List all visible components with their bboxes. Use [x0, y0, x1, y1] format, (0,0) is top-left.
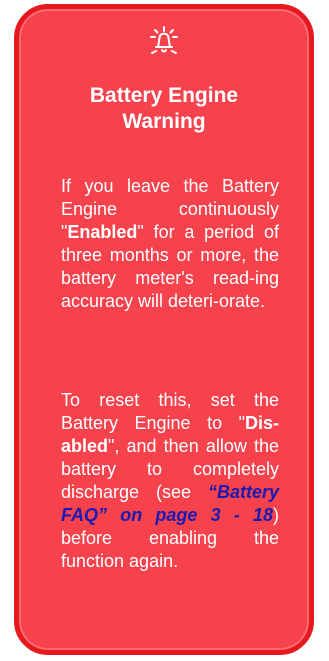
warning-title-line2: Warning [122, 110, 206, 133]
p1-enabled-bold: Enabled [67, 222, 138, 242]
warning-title: Battery Engine Warning [29, 83, 299, 135]
warning-callout: Battery Engine Warning If you leave the … [14, 4, 314, 655]
warning-title-line1: Battery Engine [89, 84, 239, 107]
warning-paragraph-2: To reset this, set the Battery Engine to… [61, 389, 279, 573]
bell-icon [150, 26, 178, 54]
warning-paragraph-1: If you leave the Battery Engine continuo… [61, 175, 279, 313]
bell-icon-container [19, 25, 309, 57]
